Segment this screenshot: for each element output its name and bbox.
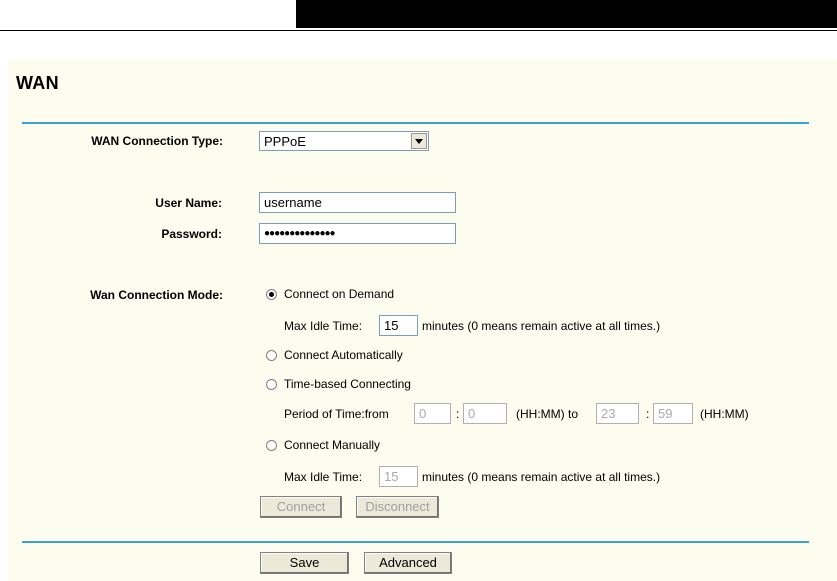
demand-idle-suffix: minutes (0 means remain active at all ti… [422,319,661,333]
radio-connect-manually[interactable] [266,440,277,451]
connection-type-select[interactable]: PPPoE [259,131,429,151]
period-to-label: (HH:MM) to [516,407,578,421]
period-to-minute-input[interactable]: 59 [653,403,693,424]
period-to-hour-input[interactable]: 23 [596,403,639,424]
top-divider [22,122,809,124]
connection-type-value: PPPoE [264,134,306,149]
period-separator: : [456,407,460,421]
demand-idle-label: Max Idle Time: [284,319,363,333]
connect-automatically-label: Connect Automatically [284,348,403,362]
manual-idle-suffix: minutes (0 means remain active at all ti… [422,470,661,484]
demand-idle-time-input[interactable]: 15 [379,315,418,336]
connection-type-label: WAN Connection Type: [91,134,223,148]
bottom-divider [22,541,809,543]
save-button[interactable]: Save [260,552,349,574]
period-end-label: (HH:MM) [700,407,749,421]
connect-manually-label: Connect Manually [284,438,381,452]
connection-mode-label: Wan Connection Mode: [90,288,223,302]
period-label: Period of Time:from [284,407,389,421]
username-field[interactable]: username [259,192,456,213]
time-based-connecting-label: Time-based Connecting [284,377,411,391]
radio-connect-automatically[interactable] [266,350,277,361]
period-from-hour-input[interactable]: 0 [414,403,451,424]
chevron-down-icon[interactable] [411,133,427,149]
password-label: Password: [161,227,222,241]
page-title: WAN [16,73,59,93]
manual-idle-label: Max Idle Time: [284,470,363,484]
manual-idle-time-input[interactable]: 15 [379,466,418,487]
advanced-button[interactable]: Advanced [364,552,452,574]
disconnect-button[interactable]: Disconnect [356,496,439,518]
connect-button[interactable]: Connect [260,496,342,518]
period-from-minute-input[interactable]: 0 [463,403,507,424]
header-divider [0,30,837,31]
connect-on-demand-label: Connect on Demand [284,287,395,301]
header-bar [296,0,837,28]
period-separator: : [646,407,650,421]
password-field[interactable]: ●●●●●●●●●●●●●● [259,223,456,244]
radio-connect-on-demand[interactable] [266,289,277,300]
radio-time-based-connecting[interactable] [266,379,277,390]
username-label: User Name: [155,196,222,210]
